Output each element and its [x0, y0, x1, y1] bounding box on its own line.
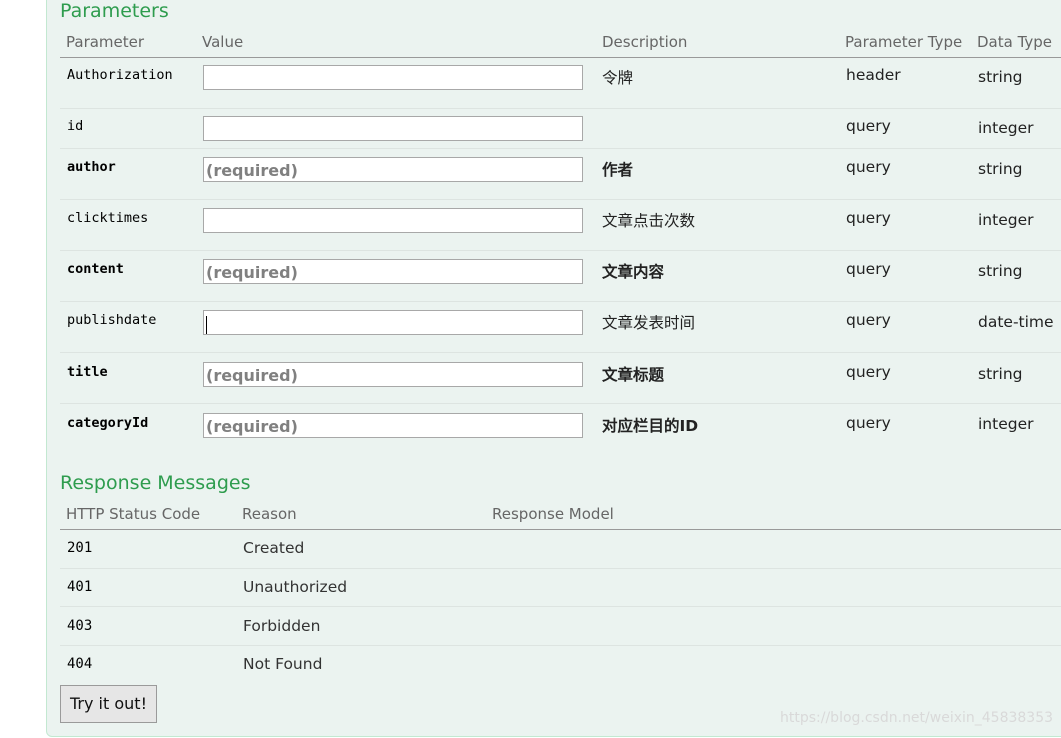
- param-description: 作者: [602, 161, 634, 179]
- response-reason: Not Found: [243, 655, 323, 673]
- param-name: clicktimes: [67, 210, 149, 226]
- param-data-type: date-time: [978, 313, 1054, 331]
- param-name: content: [67, 261, 124, 277]
- param-type: header: [846, 66, 901, 84]
- param-data-type: integer: [978, 119, 1034, 137]
- param-data-type: string: [978, 365, 1023, 383]
- param-data-type: string: [978, 262, 1023, 280]
- param-description: 对应栏目的ID: [602, 417, 699, 435]
- row-divider: [60, 403, 1061, 404]
- param-name: author: [67, 159, 116, 175]
- row-divider: [60, 301, 1061, 302]
- param-name: Authorization: [67, 67, 173, 83]
- param-type: query: [846, 414, 891, 432]
- response-reason: Forbidden: [243, 617, 321, 635]
- response-code: 404: [67, 656, 93, 672]
- param-value-input[interactable]: [203, 65, 583, 90]
- response-reason: Created: [243, 539, 305, 557]
- param-value-input[interactable]: [203, 208, 583, 233]
- watermark: https://blog.csdn.net/weixin_45838353: [780, 710, 1054, 726]
- param-type: query: [846, 260, 891, 278]
- param-value-input[interactable]: (required): [203, 413, 583, 438]
- response-messages-title: Response Messages: [60, 472, 251, 494]
- header-http-status-code: HTTP Status Code: [66, 505, 201, 523]
- header-parameter: Parameter: [66, 33, 145, 51]
- row-divider: [60, 645, 1061, 646]
- header-description: Description: [602, 33, 688, 51]
- row-divider: [60, 568, 1061, 569]
- param-description: 令牌: [602, 69, 634, 87]
- row-divider: [60, 148, 1061, 149]
- header-reason: Reason: [242, 505, 297, 523]
- param-name: categoryId: [67, 415, 149, 431]
- parameters-header-rule: [60, 57, 1061, 58]
- param-data-type: string: [978, 160, 1023, 178]
- param-description: 文章发表时间: [602, 314, 696, 332]
- row-divider: [60, 352, 1061, 353]
- header-value: Value: [202, 33, 244, 51]
- header-data-type: Data Type: [977, 33, 1053, 51]
- param-description: 文章标题: [602, 366, 665, 384]
- response-code: 403: [67, 618, 93, 634]
- param-type: query: [846, 311, 891, 329]
- param-value-input[interactable]: (required): [203, 362, 583, 387]
- param-name: title: [67, 364, 108, 380]
- param-name: id: [67, 118, 84, 134]
- param-description: 文章内容: [602, 263, 665, 281]
- param-description: 文章点击次数: [602, 212, 696, 230]
- parameters-title: Parameters: [60, 0, 169, 22]
- row-divider: [60, 199, 1061, 200]
- param-value-input[interactable]: (required): [203, 259, 583, 284]
- row-divider: [60, 250, 1061, 251]
- param-value-input[interactable]: (required): [203, 157, 583, 182]
- param-data-type: integer: [978, 211, 1034, 229]
- header-response-model: Response Model: [492, 505, 614, 523]
- param-value-input[interactable]: [203, 310, 583, 335]
- param-type: query: [846, 158, 891, 176]
- row-divider: [60, 606, 1061, 607]
- row-divider: [60, 108, 1061, 109]
- responses-header-rule: [60, 529, 1061, 530]
- response-code: 201: [67, 540, 93, 556]
- param-data-type: integer: [978, 415, 1034, 433]
- param-value-input[interactable]: [203, 116, 583, 141]
- param-type: query: [846, 363, 891, 381]
- param-type: query: [846, 117, 891, 135]
- response-reason: Unauthorized: [243, 578, 348, 596]
- param-name: publishdate: [67, 312, 157, 328]
- param-type: query: [846, 209, 891, 227]
- response-code: 401: [67, 579, 93, 595]
- try-it-out-button[interactable]: Try it out!: [60, 685, 157, 723]
- param-data-type: string: [978, 68, 1023, 86]
- header-parameter-type: Parameter Type: [845, 33, 963, 51]
